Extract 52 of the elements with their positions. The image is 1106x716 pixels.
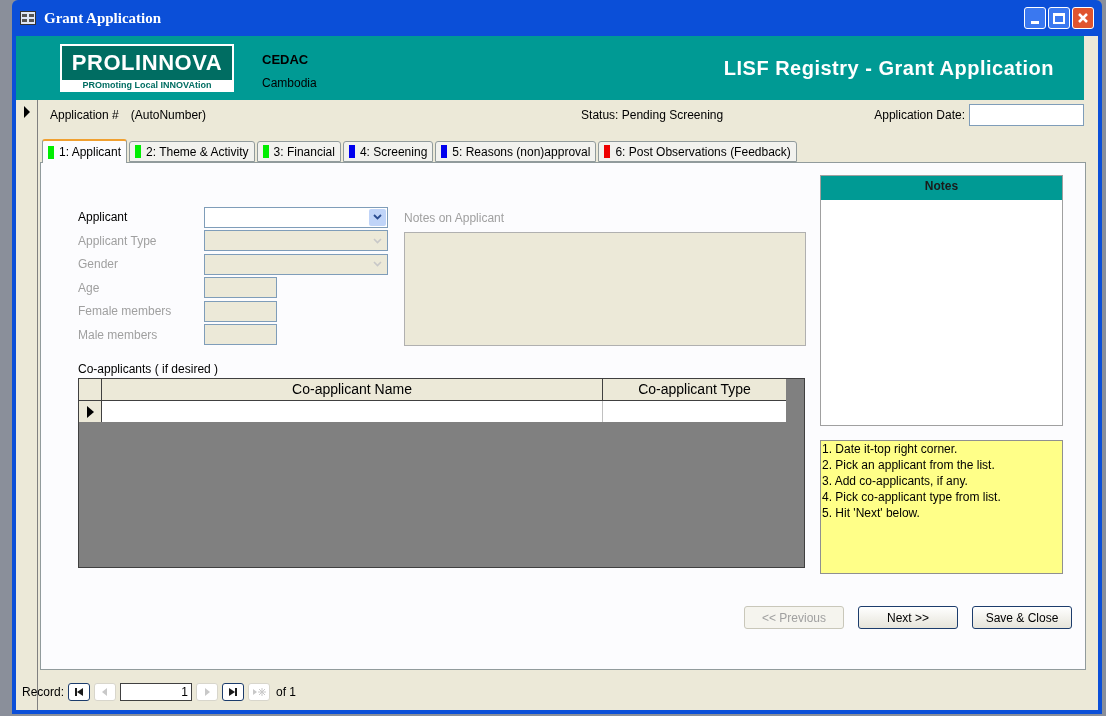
status-text: Status: Pending Screening [581,107,724,124]
dropdown-field[interactable] [204,206,388,228]
tab[interactable]: 5: Reasons (non)approval [435,141,597,162]
application-number-value: (AutoNumber) [130,107,207,124]
column-header[interactable]: Co-applicant Name [102,379,603,400]
first-record-button[interactable] [68,683,91,701]
form-icon [20,11,36,25]
current-row-icon [86,405,94,418]
maximize-button[interactable] [1048,7,1070,29]
column-header[interactable]: Co-applicant Type [603,379,786,400]
instruction-text: 3. Add co-applicants, if any. [822,473,969,489]
dropdown-field[interactable] [204,230,388,252]
field-label: Applicant Type [78,232,158,250]
record-count: of 1 [276,684,297,701]
input-field[interactable] [204,277,277,299]
application-number-label: Application # [50,107,119,124]
instruction-text: 5. Hit 'Next' below. [822,505,921,521]
close-icon[interactable] [1077,12,1089,24]
instruction-text: 4. Pick co-applicant type from list. [822,489,1002,505]
notes-on-applicant-label: Notes on Applicant [404,210,506,227]
field-label: Female members [78,303,173,321]
instruction-text: 2. Pick an applicant from the list. [822,457,996,473]
form-button[interactable]: Next >> [858,606,958,629]
application-date-label: Application Date: [874,107,965,124]
form-heading: LISF Registry - Grant Application [723,56,1054,81]
tab[interactable]: 3: Financial [256,141,341,162]
form-button[interactable]: Save & Close [972,606,1072,629]
tab[interactable]: 4: Screening [342,141,434,162]
tab[interactable]: 6: Post Observations (Feedback) [598,141,797,162]
record-selector-icon [22,106,31,118]
field-label: Applicant [78,209,129,227]
minimize-button[interactable] [1024,7,1046,29]
country-name: Cambodia [262,74,317,92]
record-number-field[interactable]: 1 [120,683,193,701]
instruction-text: 1. Date it-top right corner. [822,441,959,457]
logo: PROLINNOVA PROmoting Local INNOVAtion [60,44,234,92]
field-label: Age [78,279,101,297]
dropdown-field[interactable] [204,253,388,275]
last-record-button[interactable] [222,683,245,701]
co-applicants-label: Co-applicants ( if desired ) [78,361,220,378]
window-title: Grant Application [44,8,162,28]
field-label: Gender [78,256,120,274]
organization-name: CEDAC [262,51,310,69]
record-label: Record: [22,684,65,701]
close-button[interactable] [1072,7,1094,29]
notes-title: Notes [821,176,1062,200]
input-field[interactable] [204,324,277,346]
tab[interactable]: 2: Theme & Activity [129,141,255,162]
tab[interactable]: 1: Applicant [42,139,128,163]
field-label: Male members [78,326,159,344]
input-field[interactable] [204,300,277,322]
application-date-field[interactable] [969,104,1084,126]
